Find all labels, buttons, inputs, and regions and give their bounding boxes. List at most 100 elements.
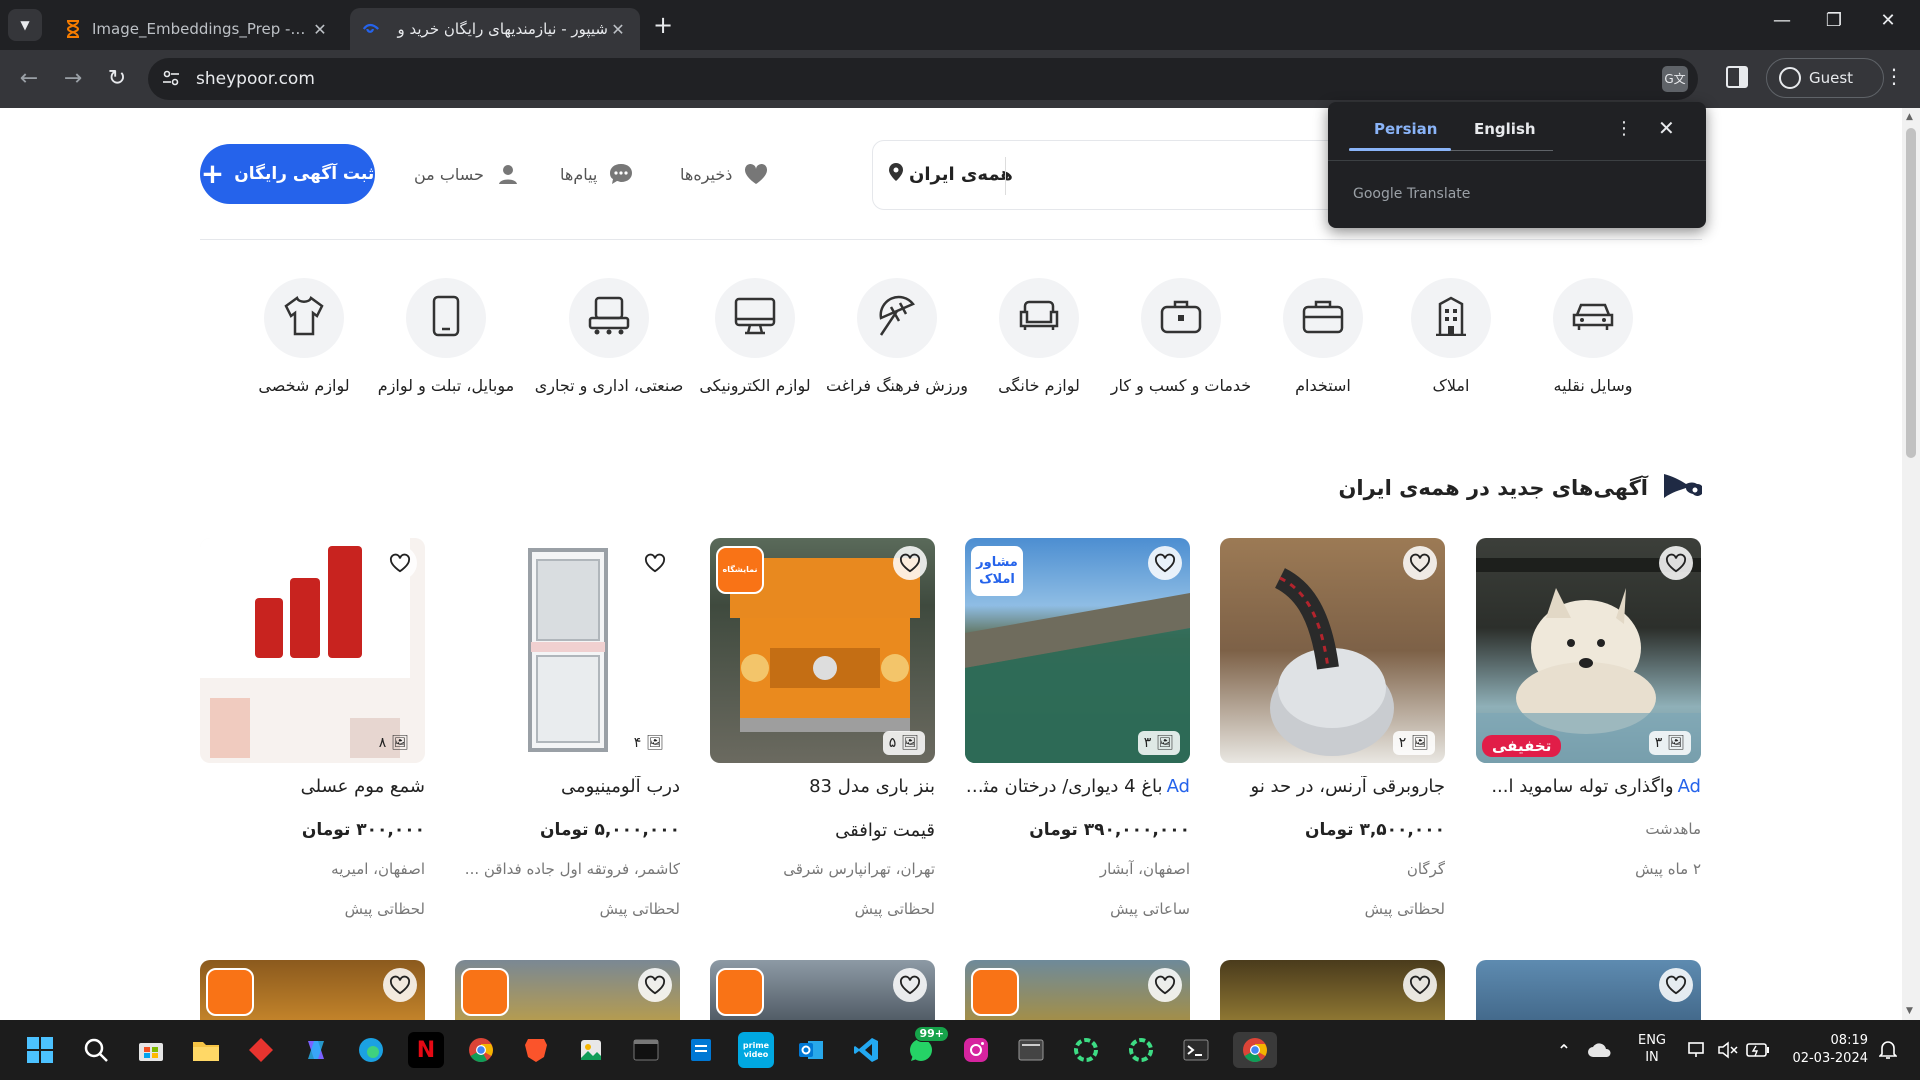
- reload-icon[interactable]: ↻: [102, 64, 132, 94]
- new-tab-button[interactable]: +: [650, 12, 676, 38]
- minimize-icon[interactable]: —: [1762, 10, 1802, 31]
- favorite-heart-icon[interactable]: [1403, 968, 1437, 1002]
- profile-button[interactable]: Guest: [1766, 58, 1884, 98]
- tray-chevron-up-icon[interactable]: ⌃: [1546, 1032, 1582, 1068]
- hourglass-icon: [64, 20, 82, 38]
- listing-card[interactable]: ۳ 🖼 تخفیفی Adواگذاری توله ساموید ا... ماه…: [1476, 538, 1701, 948]
- category-personal[interactable]: لوازم شخصی: [219, 278, 389, 395]
- translate-tab-persian[interactable]: Persian: [1374, 120, 1437, 138]
- favorite-heart-icon[interactable]: [638, 546, 672, 580]
- input-language-indicator[interactable]: ENG IN: [1636, 1032, 1668, 1066]
- prime-video-icon[interactable]: prime video: [738, 1032, 774, 1068]
- side-panel-icon[interactable]: [1726, 66, 1748, 88]
- favorite-heart-icon[interactable]: [893, 546, 927, 580]
- green-ring-app-2-icon[interactable]: [1123, 1032, 1159, 1068]
- photo-count-value: ۴: [633, 735, 642, 751]
- favorite-heart-icon[interactable]: [1148, 968, 1182, 1002]
- listing-card[interactable]: [1476, 960, 1701, 1020]
- translate-icon[interactable]: G文: [1662, 66, 1688, 92]
- microsoft-store-icon[interactable]: [133, 1032, 169, 1068]
- site-settings-icon[interactable]: [162, 70, 180, 90]
- powershell-icon[interactable]: [1178, 1032, 1214, 1068]
- tab-close-icon[interactable]: ✕: [608, 20, 628, 39]
- chrome-active-icon[interactable]: [1233, 1032, 1277, 1068]
- listing-title: Adباغ 4 دیواری/ درختان مثـ...: [965, 776, 1190, 797]
- chrome-menu-icon[interactable]: ⋮: [1884, 64, 1904, 88]
- gallery-icon: 🖼: [901, 735, 919, 751]
- listing-card[interactable]: [455, 960, 680, 1020]
- listing-card[interactable]: [200, 960, 425, 1020]
- copilot-icon[interactable]: [298, 1032, 334, 1068]
- translate-tab-english[interactable]: English: [1474, 120, 1536, 138]
- translate-tab-indicator: [1349, 148, 1451, 151]
- scroll-up-icon[interactable]: ▲: [1906, 112, 1913, 122]
- paint-app-icon[interactable]: [573, 1032, 609, 1068]
- listing-image[interactable]: ۸ 🖼: [200, 538, 425, 763]
- listing-card[interactable]: ۲ 🖼 جاروبرقی آرنس، در حد نو ۳,۵۰۰,۰۰۰ توم…: [1220, 538, 1445, 948]
- listing-card[interactable]: [965, 960, 1190, 1020]
- app-red-diamond-icon[interactable]: [243, 1032, 279, 1068]
- listing-card[interactable]: [710, 960, 935, 1020]
- tab-jupyter[interactable]: Image_Embeddings_Prep - Jupyter ✕: [52, 8, 342, 50]
- tab-sheypoor[interactable]: شیپور - نیازمندیهای رایگان خرید و ✕: [350, 8, 640, 50]
- favorite-heart-icon[interactable]: [383, 546, 417, 580]
- docs-icon[interactable]: [683, 1032, 719, 1068]
- sheypoor-page: + ثبت آگهی رایگان حساب من پیام‌ها ذخیره‌…: [0, 108, 1920, 1020]
- listing-card[interactable]: مشاور املاک ۳ 🖼 Adباغ 4 دیواری/ درختان مث…: [965, 538, 1190, 948]
- favorite-heart-icon[interactable]: [1148, 546, 1182, 580]
- listing-card[interactable]: ۸ 🖼 شمع موم عسلی ۳۰۰,۰۰۰ تومان اصفهان، ام…: [200, 538, 425, 948]
- post-ad-button[interactable]: + ثبت آگهی رایگان: [200, 144, 375, 204]
- close-window-icon[interactable]: ✕: [1868, 10, 1908, 31]
- favorite-heart-icon[interactable]: [893, 968, 927, 1002]
- listing-card[interactable]: نمایشگاه ۵ 🖼 بنز باری مدل 83 قیمت توافقی …: [710, 538, 935, 948]
- file-explorer-icon[interactable]: [188, 1032, 224, 1068]
- clock[interactable]: 08:19 02-03-2024: [1788, 1032, 1868, 1068]
- page-scrollbar[interactable]: ▲ ▼: [1902, 108, 1920, 1020]
- location-selector[interactable]: همه‌ی ایران: [889, 163, 1013, 186]
- translate-close-icon[interactable]: ✕: [1658, 116, 1675, 140]
- listing-image[interactable]: مشاور املاک ۳ 🖼: [965, 538, 1190, 763]
- listing-card[interactable]: [1220, 960, 1445, 1020]
- tab-search-button[interactable]: ▼: [8, 9, 42, 41]
- netflix-icon[interactable]: N: [408, 1032, 444, 1068]
- vscode-icon[interactable]: [848, 1032, 884, 1068]
- whatsapp-icon[interactable]: 99+: [903, 1026, 949, 1068]
- forward-icon[interactable]: →: [58, 64, 88, 94]
- favorite-heart-icon[interactable]: [1659, 968, 1693, 1002]
- tab-close-icon[interactable]: ✕: [310, 20, 330, 39]
- search-icon[interactable]: [78, 1032, 114, 1068]
- translate-more-icon[interactable]: ⋮: [1615, 118, 1633, 139]
- battery-icon[interactable]: [1740, 1032, 1776, 1068]
- listing-card[interactable]: ۴ 🖼 درب آلومینیومی ۵,۰۰۰,۰۰۰ تومان کاشمر،…: [455, 538, 680, 948]
- edge-icon[interactable]: [353, 1032, 389, 1068]
- listing-image[interactable]: ۲ 🖼: [1220, 538, 1445, 763]
- my-account-link[interactable]: حساب من: [414, 158, 522, 190]
- brave-icon[interactable]: [518, 1032, 554, 1068]
- listing-image[interactable]: نمایشگاه ۵ 🖼: [710, 538, 935, 763]
- scroll-down-icon[interactable]: ▼: [1906, 1006, 1913, 1016]
- scrollbar-thumb[interactable]: [1906, 128, 1916, 458]
- saved-link[interactable]: ذخیره‌ها: [680, 158, 770, 190]
- green-ring-app-icon[interactable]: [1068, 1032, 1104, 1068]
- address-bar[interactable]: sheypoor.com G文: [148, 58, 1698, 100]
- windows-start-icon[interactable]: [22, 1032, 58, 1068]
- outlook-icon[interactable]: [793, 1032, 829, 1068]
- instagram-icon[interactable]: [958, 1032, 994, 1068]
- messages-link[interactable]: پیام‌ها: [560, 158, 635, 190]
- favorite-heart-icon[interactable]: [1659, 546, 1693, 580]
- category-industrial[interactable]: صنعتی، اداری و تجاری: [524, 278, 694, 395]
- chrome-icon[interactable]: [463, 1032, 499, 1068]
- favorite-heart-icon[interactable]: [638, 968, 672, 1002]
- virtual-machine-icon[interactable]: [1013, 1032, 1049, 1068]
- category-electronics[interactable]: لوازم الکترونیکی: [670, 278, 840, 395]
- notification-bell-icon[interactable]: [1870, 1032, 1906, 1068]
- listing-image[interactable]: ۳ 🖼 تخفیفی: [1476, 538, 1701, 763]
- back-icon[interactable]: ←: [14, 64, 44, 94]
- onedrive-icon[interactable]: [1582, 1032, 1618, 1068]
- favorite-heart-icon[interactable]: [1403, 546, 1437, 580]
- favorite-heart-icon[interactable]: [383, 968, 417, 1002]
- listing-image[interactable]: ۴ 🖼: [455, 538, 680, 763]
- restore-icon[interactable]: ❐: [1814, 10, 1854, 31]
- chat-icon: [607, 160, 635, 188]
- terminal-icon[interactable]: [628, 1032, 664, 1068]
